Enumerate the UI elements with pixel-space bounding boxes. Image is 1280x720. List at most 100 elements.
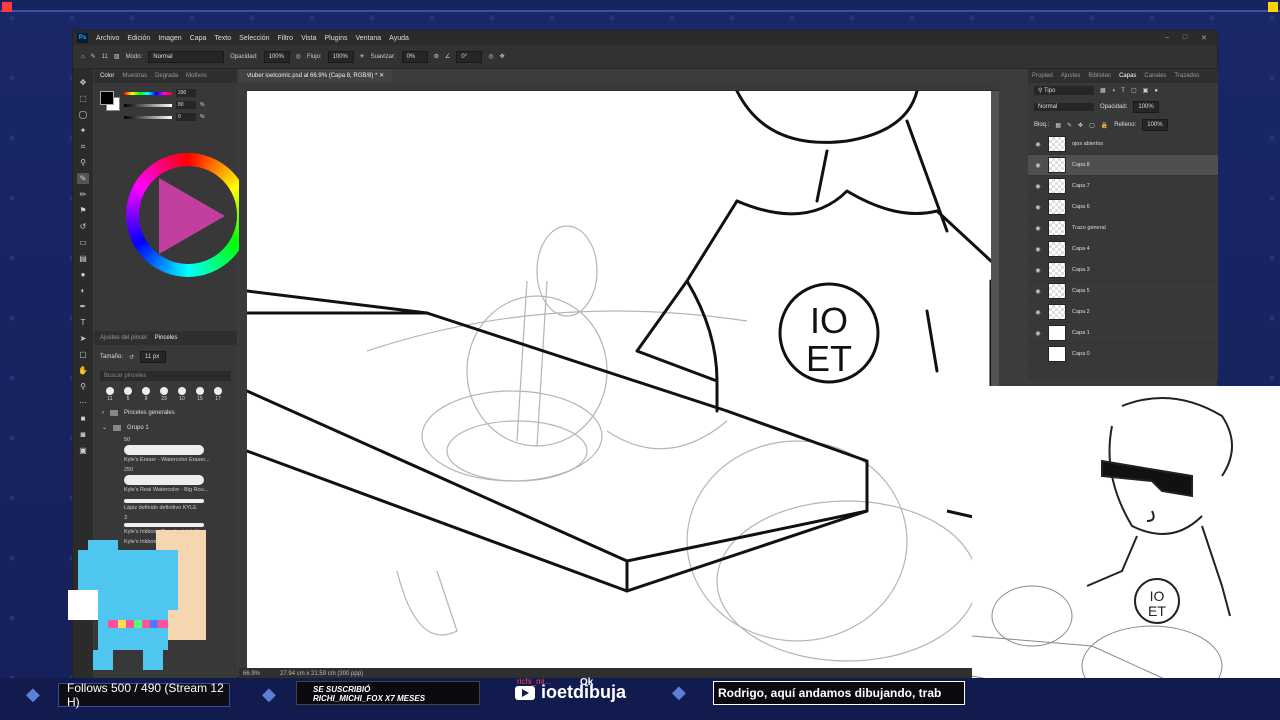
brush-size-preview[interactable]: 11 — [102, 54, 108, 60]
saturation-value[interactable]: 80 — [176, 101, 196, 109]
lasso-tool-icon[interactable]: ◯ — [77, 109, 89, 120]
opacidad-input[interactable]: 100% — [263, 50, 290, 63]
gradient-tool-icon[interactable]: ▤ — [77, 253, 89, 264]
gear-icon[interactable]: ⚙ — [434, 53, 439, 60]
layer-row[interactable]: ◉ Capa 6 — [1028, 197, 1218, 218]
minimize-icon[interactable]: – — [1165, 34, 1169, 42]
lock-all-icon[interactable]: 🔒 — [1101, 122, 1108, 129]
brush-item[interactable]: 250 Kyle's Real Watercolor - Big Rou... — [94, 465, 237, 495]
fill-input[interactable]: 100% — [1142, 119, 1169, 131]
type-tool-icon[interactable]: T — [77, 317, 89, 328]
more-tools-icon[interactable]: ⋯ — [77, 397, 89, 408]
filter-shape-icon[interactable]: ▢ — [1131, 87, 1137, 94]
blur-tool-icon[interactable]: ● — [77, 269, 89, 280]
recent-brush[interactable]: 5 — [122, 387, 134, 402]
recent-brush[interactable]: 10 — [176, 387, 188, 402]
eye-icon[interactable]: ◉ — [1034, 141, 1042, 148]
flujo-input[interactable]: 100% — [327, 50, 354, 63]
menu-texto[interactable]: Texto — [214, 35, 231, 42]
layer-opacity-input[interactable]: 100% — [1133, 101, 1160, 113]
layer-row[interactable]: ◉ Capa 1 — [1028, 323, 1218, 344]
lock-artboard-icon[interactable]: ▢ — [1089, 122, 1095, 129]
pressure-size-icon[interactable]: ◎ — [488, 53, 493, 60]
menu-vista[interactable]: Vista — [301, 35, 316, 42]
eye-icon[interactable]: ◉ — [1034, 330, 1042, 337]
tab-canales[interactable]: Canales — [1144, 73, 1166, 79]
tab-degradados[interactable]: Degrada — [155, 73, 178, 79]
layer-row-selected[interactable]: ◉ Capa 8 — [1028, 155, 1218, 176]
eye-icon[interactable]: ◉ — [1034, 225, 1042, 232]
blend-mode-select[interactable]: Normal — [1034, 103, 1094, 111]
recent-brush[interactable]: 17 — [212, 387, 224, 402]
tab-propiedades[interactable]: Propied — [1032, 73, 1053, 79]
rectangle-tool-icon[interactable]: ▢ — [77, 349, 89, 360]
lock-move-icon[interactable]: ✥ — [1078, 122, 1083, 129]
airbrush-icon[interactable]: ✈ — [360, 53, 365, 60]
hue-value[interactable]: 290 — [176, 89, 196, 97]
layer-row[interactable]: Capa 0 — [1028, 344, 1218, 365]
menu-edicion[interactable]: Edición — [127, 35, 150, 42]
filter-smart-icon[interactable]: ▣ — [1143, 87, 1149, 94]
color-triangle[interactable] — [159, 178, 225, 254]
saturation-slider[interactable] — [124, 103, 172, 107]
layer-row[interactable]: ◉ Capa 3 — [1028, 260, 1218, 281]
angle-input[interactable]: 0° — [456, 50, 483, 63]
clone-stamp-icon[interactable]: ⚑ — [77, 205, 89, 216]
menu-archivo[interactable]: Archivo — [96, 35, 119, 42]
layer-row[interactable]: ◉ Capa 2 — [1028, 302, 1218, 323]
modo-select[interactable]: Normal — [148, 50, 225, 63]
pencil-tool-icon[interactable]: ✏ — [77, 189, 89, 200]
menu-plugins[interactable]: Plugins — [325, 35, 348, 42]
close-icon[interactable]: ✕ — [1201, 34, 1207, 42]
menu-filtro[interactable]: Filtro — [278, 35, 294, 42]
eye-icon[interactable]: ◉ — [1034, 309, 1042, 316]
pen-tool-icon[interactable]: ✒ — [77, 301, 89, 312]
quick-select-tool-icon[interactable]: ✦ — [77, 125, 89, 136]
tab-ajustes[interactable]: Ajustes — [1061, 73, 1081, 79]
brush-folder[interactable]: ⌄ Grupo 1 — [94, 420, 237, 435]
maximize-icon[interactable]: □ — [1183, 34, 1187, 42]
layer-row[interactable]: ◉ Capa 5 — [1028, 281, 1218, 302]
menu-capa[interactable]: Capa — [190, 35, 207, 42]
filter-toggle-icon[interactable]: ● — [1154, 88, 1158, 94]
pressure-opacity-icon[interactable]: ◎ — [296, 53, 301, 60]
tab-capas[interactable]: Capas — [1119, 73, 1136, 79]
screen-mode-icon[interactable]: ▣ — [77, 445, 89, 456]
recent-brush[interactable]: 23 — [158, 387, 170, 402]
quick-mask-icon[interactable]: ◙ — [77, 429, 89, 440]
document-tab[interactable]: vtuber ioetcomic.psd al 66.9% (Capa 8, R… — [239, 69, 393, 83]
lock-pixels-icon[interactable]: ▦ — [1055, 122, 1061, 129]
eye-icon[interactable]: ◉ — [1034, 246, 1042, 253]
tab-color[interactable]: Color — [100, 73, 114, 79]
symmetry-icon[interactable]: ✥ — [500, 53, 505, 60]
layer-row[interactable]: ◉ Capa 7 — [1028, 176, 1218, 197]
foreground-color-swatch[interactable] — [100, 91, 114, 105]
tab-trazados[interactable]: Trazados — [1174, 73, 1199, 79]
layer-filter-select[interactable]: ⚲ Tipo — [1034, 86, 1094, 95]
brush-tool-active-icon[interactable]: ✎ — [77, 173, 89, 184]
brightness-slider[interactable] — [124, 115, 172, 119]
brush-size-input[interactable]: 11 px — [140, 351, 167, 363]
eye-icon[interactable]: ◉ — [1034, 288, 1042, 295]
home-icon[interactable]: ⌂ — [81, 54, 85, 60]
recent-brush[interactable]: 11 — [104, 387, 116, 402]
marquee-tool-icon[interactable]: ⬚ — [77, 93, 89, 104]
tab-brushes[interactable]: Pinceles — [155, 335, 178, 341]
layer-row[interactable]: ◉ Capa 4 — [1028, 239, 1218, 260]
tab-motivos[interactable]: Motivos — [186, 73, 207, 79]
lock-paint-icon[interactable]: ✎ — [1067, 122, 1072, 129]
menu-ventana[interactable]: Ventana — [355, 35, 381, 42]
layer-row[interactable]: ◉ Trazo general — [1028, 218, 1218, 239]
dodge-tool-icon[interactable]: ◐ — [77, 285, 89, 296]
brush-item[interactable]: Lápiz definido definitivo KYLE — [94, 495, 237, 513]
brush-folder[interactable]: › Pinceles generales — [94, 406, 237, 420]
hand-tool-icon[interactable]: ✋ — [77, 365, 89, 376]
eye-icon[interactable]: ◉ — [1034, 267, 1042, 274]
close-tab-icon[interactable]: ✕ — [379, 73, 384, 79]
tab-bibliotecas[interactable]: Bibliotec — [1088, 73, 1111, 79]
filter-pixel-icon[interactable]: ▦ — [1100, 87, 1106, 94]
move-tool-icon[interactable]: ✥ — [77, 77, 89, 88]
eraser-tool-icon[interactable]: ▭ — [77, 237, 89, 248]
brush-settings-icon[interactable]: ▨ — [114, 53, 120, 60]
zoom-level[interactable]: 66.9% — [243, 671, 260, 677]
